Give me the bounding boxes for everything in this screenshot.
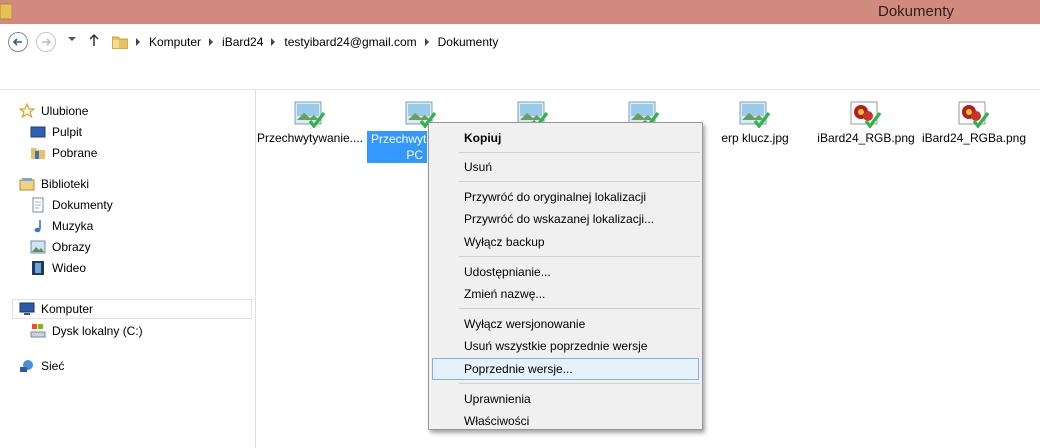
film-icon bbox=[32, 261, 44, 275]
menu-separator bbox=[459, 308, 700, 310]
menu-separator bbox=[459, 151, 700, 153]
menu-item[interactable]: Kopiuj bbox=[432, 127, 699, 149]
file-name: erp klucz.jpg bbox=[721, 131, 789, 145]
nav-item-documents[interactable]: Dokumenty bbox=[30, 195, 113, 215]
music-icon bbox=[34, 220, 41, 233]
picture-file-icon bbox=[739, 100, 771, 129]
file-item[interactable]: Przechwytywanie.... bbox=[256, 96, 364, 145]
menu-item[interactable]: Poprzednie wersje... bbox=[432, 358, 699, 381]
explorer-window: Dokumenty Komputer iBard24 testyibard24@… bbox=[0, 0, 1040, 448]
up-arrow-icon[interactable] bbox=[88, 33, 100, 47]
library-icon bbox=[19, 178, 35, 191]
nav-item-desktop[interactable]: Pulpit bbox=[30, 122, 82, 142]
nav-libraries[interactable]: Biblioteki bbox=[19, 174, 89, 194]
menu-item[interactable]: Właściwości bbox=[432, 410, 699, 432]
menu-item[interactable]: Wyłącz backup bbox=[432, 231, 699, 253]
menu-item[interactable]: Usuń wszystkie poprzednie wersje bbox=[432, 335, 699, 357]
menu-separator bbox=[459, 256, 700, 257]
nav-network[interactable]: Sieć bbox=[19, 356, 64, 376]
breadcrumb-documents[interactable]: Dokumenty bbox=[438, 35, 499, 49]
menu-item[interactable]: Usuń bbox=[432, 156, 699, 178]
menu-separator bbox=[459, 383, 700, 384]
menu-item[interactable]: Przywróć do wskazanej lokalizacji... bbox=[432, 208, 699, 230]
file-item[interactable]: iBard24_RGBa.png bbox=[920, 96, 1028, 145]
navigation-bar: Komputer iBard24 testyibard24@gmail.com … bbox=[0, 24, 1040, 58]
nav-item-videos[interactable]: Wideo bbox=[30, 258, 86, 278]
title-bar: Dokumenty bbox=[0, 0, 1040, 24]
nav-computer[interactable]: Komputer bbox=[12, 299, 252, 319]
chevron-right-icon[interactable] bbox=[271, 38, 276, 46]
back-button[interactable] bbox=[8, 32, 28, 52]
image-file-icon bbox=[850, 100, 882, 129]
menu-item[interactable]: Wyłącz wersjonowanie bbox=[432, 313, 699, 335]
arrow-left-icon bbox=[12, 38, 22, 46]
desktop-icon bbox=[30, 126, 46, 138]
nav-item-music[interactable]: Muzyka bbox=[30, 216, 93, 236]
downloads-icon bbox=[31, 148, 45, 159]
breadcrumb-separator[interactable] bbox=[128, 38, 149, 46]
address-bar[interactable]: Komputer iBard24 testyibard24@gmail.com … bbox=[106, 30, 1040, 54]
nav-favorites[interactable]: Ulubione bbox=[19, 101, 88, 121]
breadcrumb-account[interactable]: testyibard24@gmail.com bbox=[284, 35, 437, 49]
menu-item[interactable]: Przywróć do oryginalnej lokalizacji bbox=[432, 186, 699, 208]
forward-button[interactable] bbox=[36, 32, 56, 52]
breadcrumb-ibard24[interactable]: iBard24 bbox=[222, 35, 284, 49]
file-item[interactable]: erp klucz.jpg bbox=[701, 96, 809, 145]
folder-icon bbox=[112, 36, 128, 49]
menu-item[interactable]: Uprawnienia bbox=[432, 388, 699, 410]
file-name: iBard24_RGB.png bbox=[817, 131, 915, 145]
file-name: Przechwyt bbox=[367, 131, 427, 147]
navigation-pane: Ulubione Pulpit Pobrane Biblioteki Dokum… bbox=[0, 90, 256, 448]
menu-separator bbox=[459, 181, 700, 183]
nav-item-pictures[interactable]: Obrazy bbox=[30, 237, 91, 257]
file-name: Przechwytywanie.... bbox=[256, 131, 364, 145]
arrow-right-icon bbox=[42, 38, 52, 46]
chevron-right-icon[interactable] bbox=[209, 38, 214, 46]
nav-item-downloads[interactable]: Pobrane bbox=[30, 143, 97, 163]
menu-item[interactable]: Zmień nazwę... bbox=[432, 283, 699, 305]
network-icon bbox=[20, 360, 33, 372]
document-icon bbox=[32, 197, 44, 213]
chevron-right-icon[interactable] bbox=[424, 38, 429, 46]
star-icon bbox=[19, 103, 35, 119]
breadcrumb-computer[interactable]: Komputer bbox=[149, 35, 222, 49]
window-title: Dokumenty bbox=[878, 3, 954, 20]
drive-icon bbox=[30, 324, 46, 338]
toolbar-area bbox=[0, 58, 1040, 90]
menu-item[interactable]: Udostępnianie... bbox=[432, 261, 699, 283]
image-file-icon bbox=[958, 100, 990, 129]
picture-file-icon bbox=[294, 100, 326, 129]
file-name-line2: PC bbox=[367, 147, 427, 163]
nav-item-local-disk[interactable]: Dysk lokalny (C:) bbox=[30, 321, 143, 341]
recent-locations-icon[interactable] bbox=[68, 36, 76, 42]
file-item[interactable]: iBard24_RGB.png bbox=[812, 96, 920, 145]
picture-icon bbox=[30, 240, 46, 254]
file-name: iBard24_RGBa.png bbox=[921, 131, 1027, 145]
context-menu: Kopiuj Usuń Przywróć do oryginalnej lokali… bbox=[428, 122, 703, 430]
computer-icon bbox=[19, 302, 35, 315]
folder-icon bbox=[0, 3, 12, 20]
